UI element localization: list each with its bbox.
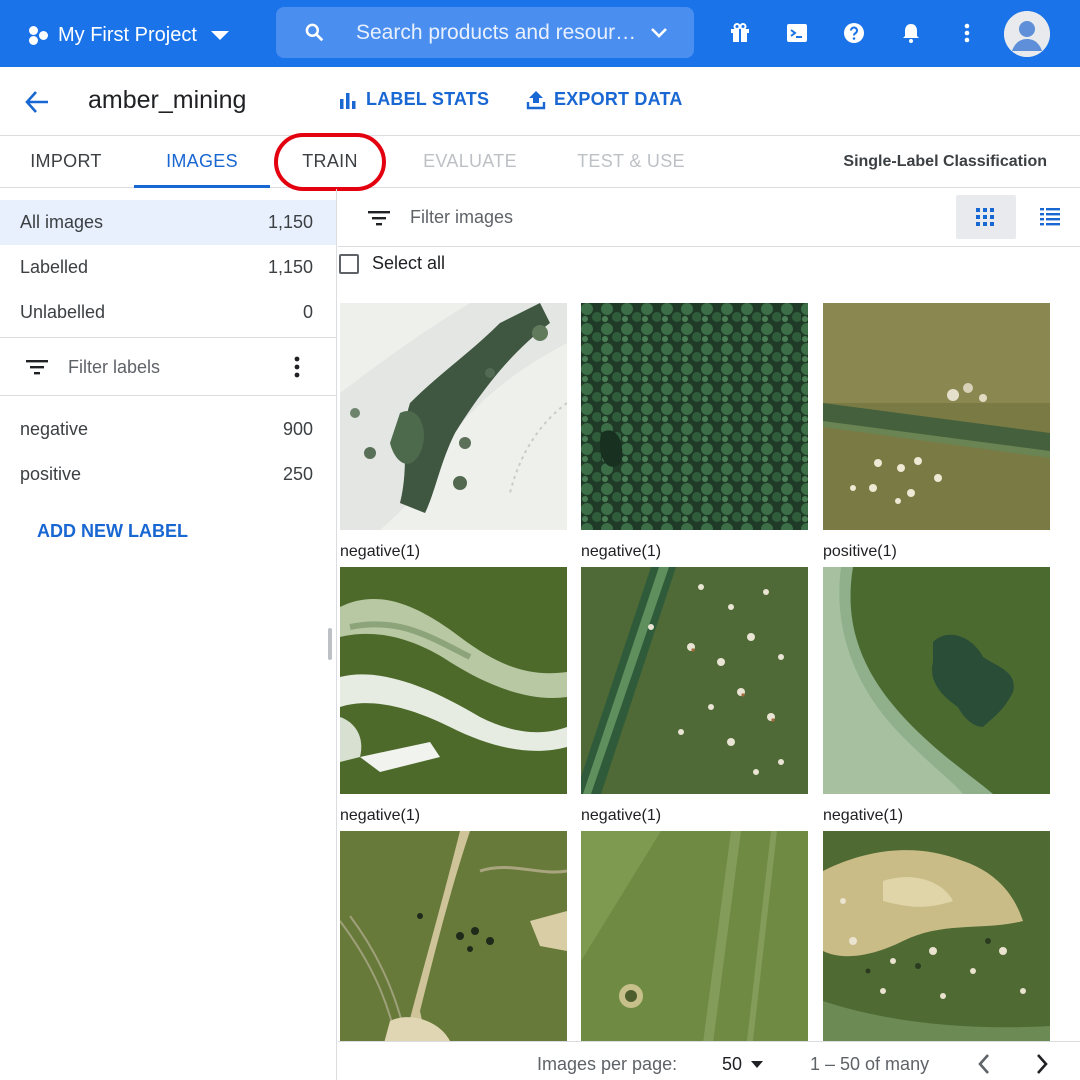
chevron-down-icon[interactable] [650, 26, 668, 40]
filter-labels-field[interactable]: Filter labels [26, 355, 326, 379]
row-count: 1,150 [267, 212, 313, 232]
image-tile[interactable] [340, 567, 567, 794]
row-label: All images [20, 212, 104, 232]
dataset-name: amber_mining [88, 86, 247, 114]
per-page-label: Images per page: [537, 1054, 678, 1074]
label-stats-button[interactable]: LABEL STATS [338, 89, 489, 110]
more-vert-icon[interactable] [285, 355, 309, 379]
filter-labels-input[interactable]: Filter labels [68, 357, 160, 378]
top-app-bar: My First Project Search products and res… [0, 0, 1080, 67]
image-tile[interactable] [581, 831, 808, 1041]
satellite-image-sand-pits [823, 831, 1050, 1041]
select-all[interactable]: Select all [339, 253, 445, 274]
row-count: 1,150 [267, 257, 313, 277]
search-icon [305, 23, 324, 42]
filter-images-field[interactable]: Filter images [368, 207, 513, 228]
bell-icon[interactable] [899, 21, 923, 45]
image-tile[interactable] [340, 303, 567, 530]
divider [0, 395, 336, 396]
export-data-label: EXPORT DATA [554, 89, 683, 109]
tab-images[interactable]: IMAGES [134, 136, 270, 188]
filter-unlabelled[interactable]: Unlabelled 0 [0, 290, 336, 335]
label-sidebar: All images 1,150 Labelled 1,150 Unlabell… [0, 189, 337, 1080]
image-tile[interactable] [823, 303, 1050, 530]
pagination-bar: Images per page: 50 1 – 50 of many [338, 1041, 1080, 1080]
row-label: Labelled [20, 257, 89, 277]
back-arrow-icon[interactable] [24, 89, 50, 115]
filter-all-images[interactable]: All images 1,150 [0, 200, 336, 245]
filter-icon [26, 360, 48, 375]
chevron-left-icon[interactable] [976, 1053, 992, 1075]
image-tile[interactable] [340, 831, 567, 1041]
filter-labelled[interactable]: Labelled 1,150 [0, 245, 336, 290]
image-label: negative(1) [581, 807, 662, 824]
label-item-negative[interactable]: negative 900 [0, 407, 336, 452]
satellite-image-sandy-paths [340, 831, 567, 1041]
image-label: negative(1) [581, 543, 662, 560]
satellite-image-snow-forest [340, 303, 567, 530]
model-type-label: Single-Label Classification [843, 153, 1047, 170]
resize-handle[interactable] [328, 628, 332, 660]
label-item-positive[interactable]: positive 250 [0, 452, 336, 497]
row-count: 0 [302, 302, 313, 322]
bar-chart-icon [340, 92, 356, 109]
image-label: negative(1) [340, 807, 421, 824]
satellite-image-field-crater [581, 831, 808, 1041]
upload-icon [526, 90, 546, 109]
satellite-image-river-snow [340, 567, 567, 794]
gift-icon[interactable] [728, 21, 752, 45]
account-icon [1004, 11, 1050, 57]
search-input[interactable]: Search products and resources [356, 21, 638, 45]
grid-view-button[interactable] [956, 195, 1016, 239]
caret-down-icon [210, 30, 229, 40]
satellite-image-field-pits [823, 303, 1050, 530]
add-new-label-button[interactable]: ADD NEW LABEL [37, 521, 188, 542]
image-label: negative(1) [340, 543, 421, 560]
export-data-button[interactable]: EXPORT DATA [526, 89, 683, 110]
tab-test-and-use: TEST & USE [577, 151, 685, 171]
per-page-select[interactable]: 50 [722, 1054, 742, 1075]
tab-train[interactable]: TRAIN [270, 136, 390, 188]
dataset-header: amber_mining LABEL STATS EXPORT DATA [0, 67, 1080, 136]
filter-images-input[interactable]: Filter images [410, 207, 513, 228]
satellite-image-road-pits [581, 567, 808, 794]
select-all-label: Select all [372, 253, 446, 273]
label-name: positive [20, 464, 82, 484]
terminal-icon[interactable] [785, 21, 809, 45]
select-all-checkbox[interactable] [339, 253, 359, 274]
satellite-image-dense-forest [581, 303, 808, 530]
caret-down-icon[interactable] [750, 1060, 764, 1069]
account-avatar[interactable] [1004, 11, 1050, 57]
more-vert-icon[interactable] [955, 21, 979, 45]
image-tile[interactable] [823, 831, 1050, 1041]
filter-icon [368, 210, 390, 225]
chevron-right-icon[interactable] [1034, 1053, 1050, 1075]
satellite-image-pond [823, 567, 1050, 794]
tab-import[interactable]: IMPORT [0, 136, 132, 188]
image-tile[interactable] [823, 567, 1050, 794]
project-icon [26, 23, 50, 47]
label-name: negative [20, 419, 89, 439]
help-icon[interactable] [842, 21, 866, 45]
image-filter-bar: Filter images [338, 189, 1080, 247]
project-selector[interactable]: My First Project [26, 18, 229, 52]
image-label: positive(1) [823, 543, 897, 560]
image-label: negative(1) [823, 807, 904, 824]
grid-view-icon [976, 208, 994, 226]
list-view-icon [1040, 208, 1060, 226]
tab-evaluate: EVALUATE [423, 151, 517, 171]
image-tile[interactable] [581, 567, 808, 794]
image-tile[interactable] [581, 303, 808, 530]
list-view-button[interactable] [1030, 195, 1074, 239]
label-count: 900 [282, 419, 313, 439]
row-label: Unlabelled [20, 302, 106, 322]
label-stats-label: LABEL STATS [366, 89, 490, 109]
page-range: 1 – 50 of many [810, 1054, 930, 1074]
label-count: 250 [282, 464, 313, 484]
project-name: My First Project [58, 23, 197, 46]
search-box[interactable]: Search products and resources [276, 7, 694, 58]
divider [0, 337, 336, 338]
